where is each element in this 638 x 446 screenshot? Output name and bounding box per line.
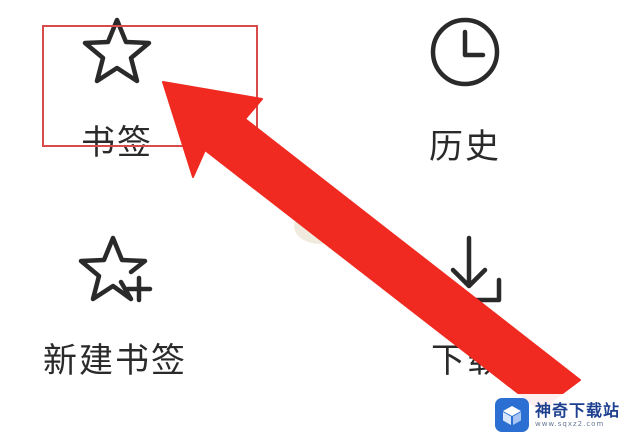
menu-screen: 书签 历史 新建书签 下载 神奇下载站 www.sqxz2.com	[0, 0, 638, 446]
download-button[interactable]: 下载	[412, 232, 522, 378]
watermark-name: 神奇下载站	[534, 401, 620, 421]
watermark-site: www.sqxz2.com	[534, 419, 605, 428]
star-icon	[82, 17, 152, 84]
bookmarks-button[interactable]: 书签	[62, 14, 172, 160]
cube-logo-icon	[494, 398, 529, 432]
new-bookmark-button[interactable]: 新建书签	[30, 232, 200, 378]
new-bookmark-label: 新建书签	[43, 341, 187, 381]
watermark-blob	[294, 204, 346, 244]
download-label: 下载	[431, 341, 503, 381]
clock-icon	[430, 17, 500, 87]
download-icon	[436, 235, 502, 303]
history-button[interactable]: 历史	[410, 14, 520, 164]
history-label: 历史	[429, 127, 501, 167]
watermark-badge: 神奇下载站 www.sqxz2.com	[490, 394, 628, 436]
star-plus-icon	[78, 235, 153, 303]
bookmarks-label: 书签	[81, 123, 153, 163]
